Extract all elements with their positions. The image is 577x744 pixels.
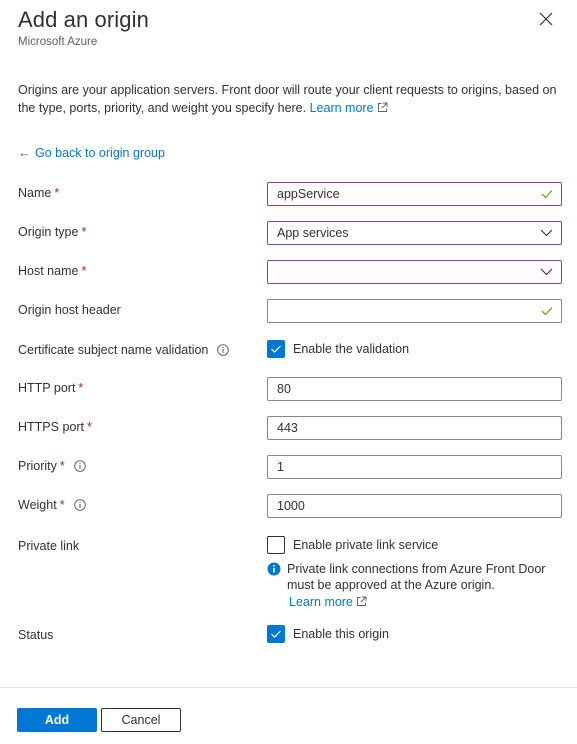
external-link-icon (356, 596, 367, 606)
name-label-text: Name (18, 186, 52, 200)
checkbox-box[interactable] (267, 625, 285, 643)
required-marker: * (81, 264, 87, 278)
host-name-label: Host name * (18, 264, 86, 278)
checkbox-box[interactable] (267, 340, 285, 358)
origin-host-header-input[interactable] (267, 299, 562, 323)
https-port-input[interactable]: 443 (267, 416, 562, 440)
intro-description: Origins are your application servers. Fr… (18, 83, 557, 115)
origin-type-value: App services (277, 226, 349, 240)
status-label: Status (18, 628, 53, 642)
https-port-row: HTTPS port * 443 (0, 416, 577, 442)
weight-row: Weight * 1000 (0, 494, 577, 520)
private-link-label-text: Private link (18, 539, 80, 553)
http-port-value: 80 (277, 382, 291, 396)
cert-validation-checkbox[interactable]: Enable the validation (267, 340, 409, 358)
private-link-note: Private link connections from Azure Fron… (267, 561, 557, 610)
name-value: appService (277, 187, 340, 201)
footer-divider (0, 687, 577, 688)
checkbox-box[interactable] (267, 536, 285, 554)
back-to-origin-group-link[interactable]: ← Go back to origin group (18, 145, 165, 160)
chevron-down-icon (540, 229, 553, 237)
priority-row: Priority * 1 (0, 455, 577, 481)
priority-label: Priority * (18, 459, 86, 473)
origin-host-header-label: Origin host header (18, 303, 121, 317)
intro-text: Origins are your application servers. Fr… (18, 81, 566, 117)
add-button[interactable]: Add (17, 708, 97, 732)
cert-validation-label-text: Certificate subject name validation (18, 343, 209, 357)
origin-type-label-text: Origin type (18, 225, 79, 239)
required-marker: * (59, 498, 65, 512)
http-port-row: HTTP port * 80 (0, 377, 577, 403)
status-checkbox[interactable]: Enable this origin (267, 625, 389, 643)
http-port-label-text: HTTP port (18, 381, 76, 395)
valid-check-icon (541, 190, 553, 199)
close-icon (539, 12, 553, 26)
name-input[interactable]: appService (267, 182, 562, 206)
private-link-row: Private link Enable private link service (0, 535, 577, 561)
learn-more-label: Learn more (309, 101, 374, 115)
http-port-input[interactable]: 80 (267, 377, 562, 401)
priority-input[interactable]: 1 (267, 455, 562, 479)
chevron-down-icon (540, 268, 553, 276)
origin-host-header-label-text: Origin host header (18, 303, 121, 317)
info-icon[interactable] (73, 499, 86, 511)
status-checkbox-label: Enable this origin (293, 627, 389, 641)
cert-validation-checkbox-label: Enable the validation (293, 342, 410, 356)
page-title: Add an origin (18, 7, 149, 32)
status-label-text: Status (18, 628, 54, 642)
status-row: Status Enable this origin (0, 624, 577, 650)
cert-validation-row: Certificate subject name validation Enab… (0, 339, 577, 365)
panel-header: Add an origin Microsoft Azure (18, 6, 577, 48)
info-icon[interactable] (217, 344, 230, 356)
origin-type-label: Origin type * (18, 225, 86, 239)
page-subtitle: Microsoft Azure (18, 36, 98, 48)
http-port-label: HTTP port * (18, 381, 83, 395)
private-link-checkbox[interactable]: Enable private link service (267, 536, 438, 554)
weight-label-text: Weight (18, 498, 57, 512)
close-button[interactable] (537, 10, 555, 28)
https-port-label-text: HTTPS port (18, 420, 84, 434)
priority-label-text: Priority (18, 459, 57, 473)
private-link-label: Private link (18, 539, 79, 553)
checkmark-icon (271, 345, 281, 353)
required-marker: * (54, 186, 60, 200)
info-filled-icon (267, 562, 281, 576)
private-link-note-text: Private link connections from Azure Fron… (287, 562, 546, 592)
required-marker: * (59, 459, 65, 473)
info-icon[interactable] (74, 460, 86, 472)
name-label: Name * (18, 186, 59, 200)
https-port-value: 443 (277, 421, 298, 435)
valid-check-icon (541, 307, 553, 316)
required-marker: * (81, 225, 87, 239)
learn-more-label: Learn more (289, 595, 353, 609)
external-link-icon (377, 102, 387, 112)
weight-value: 1000 (277, 499, 305, 513)
cert-validation-label: Certificate subject name validation (18, 343, 230, 357)
host-name-row: Host name * (0, 260, 577, 286)
host-name-dropdown[interactable] (267, 260, 562, 284)
origin-type-row: Origin type * App services (0, 221, 577, 247)
origin-host-header-row: Origin host header (0, 299, 577, 325)
checkmark-icon (271, 630, 281, 638)
required-marker: * (78, 381, 84, 395)
weight-input[interactable]: 1000 (267, 494, 562, 518)
private-link-learn-more-link[interactable]: Learn more (289, 594, 557, 610)
required-marker: * (87, 420, 92, 434)
cancel-button[interactable]: Cancel (101, 708, 181, 732)
priority-value: 1 (277, 460, 284, 474)
https-port-label: HTTPS port * (18, 420, 92, 434)
weight-label: Weight * (18, 498, 86, 512)
host-name-label-text: Host name (18, 264, 79, 278)
back-link-label: Go back to origin group (35, 145, 165, 160)
private-link-checkbox-label: Enable private link service (293, 538, 439, 552)
name-row: Name * appService (0, 182, 577, 208)
back-arrow-icon: ← (18, 145, 31, 160)
origin-type-dropdown[interactable]: App services (267, 221, 562, 245)
learn-more-link[interactable]: Learn more (310, 101, 388, 115)
